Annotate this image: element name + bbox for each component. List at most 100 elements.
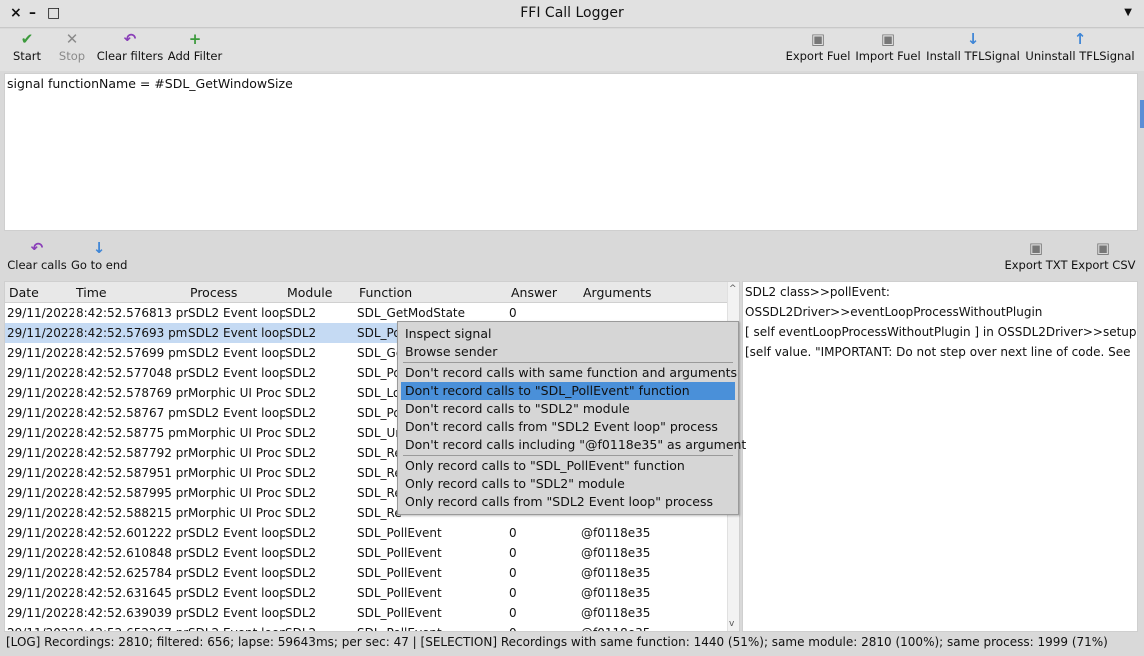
cell-time: 8:42:52.588215 pm bbox=[76, 506, 188, 520]
window-menu-icon[interactable]: ▼ bbox=[1124, 7, 1132, 18]
table-header: Date Time Process Module Function Answer… bbox=[5, 282, 739, 303]
cell-process: Morphic UI Proc bbox=[188, 506, 282, 520]
table-row[interactable]: 29/11/2022 8:42:52.610848 pm SDL2 Event lo… bbox=[5, 543, 739, 563]
table-row[interactable]: 29/11/2022 8:42:52.601222 pm SDL2 Event lo… bbox=[5, 523, 739, 543]
clear-filters-button[interactable]: ↶ Clear filters bbox=[96, 29, 164, 69]
menu-item[interactable]: Inspect signal bbox=[401, 325, 735, 343]
add-filter-label: Add Filter bbox=[167, 49, 223, 63]
cell-date: 29/11/2022 bbox=[7, 446, 74, 460]
cell-process: SDL2 Event loop bbox=[188, 346, 285, 360]
cell-date: 29/11/2022 bbox=[7, 346, 74, 360]
arrow-down-icon: ↓ bbox=[92, 239, 106, 257]
cell-module: SDL2 bbox=[285, 306, 317, 320]
column-header-function[interactable]: Function bbox=[359, 285, 412, 300]
cell-process: SDL2 Event loop bbox=[188, 526, 285, 540]
table-row[interactable]: 29/11/20228:42:52.652267 pmSDL2 Event lo… bbox=[5, 623, 739, 631]
cell-process: SDL2 Event loop bbox=[188, 546, 285, 560]
stack-frame[interactable]: OSSDL2Driver>>eventLoopProcessWithoutPlu… bbox=[745, 302, 1137, 322]
export-csv-button[interactable]: ▣ Export CSV bbox=[1071, 238, 1136, 278]
install-tflsignal-button[interactable]: ↓ Install TFLSignal bbox=[925, 29, 1021, 69]
column-header-process[interactable]: Process bbox=[190, 285, 237, 300]
scroll-up-icon[interactable]: ^ bbox=[729, 284, 737, 294]
scroll-down-icon[interactable]: v bbox=[729, 619, 734, 629]
stack-frame[interactable]: [ self eventLoopProcessWithoutPlugin ] i… bbox=[745, 322, 1137, 342]
cell-function: SDL_PollEvent bbox=[357, 606, 442, 620]
table-row[interactable]: 29/11/2022 8:42:52.625784 pm SDL2 Event lo… bbox=[5, 563, 739, 583]
stop-label: Stop bbox=[58, 49, 86, 63]
column-header-time[interactable]: Time bbox=[76, 285, 107, 300]
cell-function: SDL_PollEvent bbox=[357, 586, 442, 600]
cell-time: 8:42:52.57693 pm bbox=[76, 326, 188, 340]
cell-process: SDL2 Event loop bbox=[188, 306, 285, 320]
window-edge-marker bbox=[1140, 100, 1144, 128]
menu-item[interactable]: Only record calls from "SDL2 Event loop"… bbox=[401, 493, 735, 511]
start-label: Start bbox=[12, 49, 42, 63]
cell-module: SDL2 bbox=[285, 546, 317, 560]
title-bar: × – □ FFI Call Logger ▼ bbox=[0, 0, 1144, 28]
go-to-end-label: Go to end bbox=[71, 258, 128, 272]
signal-detail-pane[interactable]: SDL2 class>>pollEvent: OSSDL2Driver>>even… bbox=[742, 281, 1138, 632]
column-header-arguments[interactable]: Arguments bbox=[583, 285, 652, 300]
cell-date: 29/11/2022 bbox=[7, 326, 74, 340]
column-header-answer[interactable]: Answer bbox=[511, 285, 557, 300]
export-txt-button[interactable]: ▣ Export TXT bbox=[1004, 238, 1068, 278]
export-fuel-label: Export Fuel bbox=[785, 49, 851, 63]
cell-answer: 0 bbox=[509, 526, 517, 540]
menu-item[interactable]: Only record calls to "SDL_PollEvent" fun… bbox=[401, 457, 735, 475]
clear-calls-button[interactable]: ↶ Clear calls bbox=[6, 238, 68, 278]
arrow-up-icon: ↑ bbox=[1073, 30, 1087, 48]
menu-item[interactable]: Only record calls to "SDL2" module bbox=[401, 475, 735, 493]
menu-item[interactable]: Don't record calls including "@f0118e35"… bbox=[401, 436, 746, 454]
cell-function: SDL_PollEvent bbox=[357, 546, 442, 560]
menu-item[interactable]: Don't record calls with same function an… bbox=[401, 364, 737, 382]
save-icon: ▣ bbox=[1028, 239, 1044, 257]
import-fuel-button[interactable]: ▣ Import Fuel bbox=[854, 29, 922, 69]
cell-process: SDL2 Event loop bbox=[188, 566, 285, 580]
cell-module: SDL2 bbox=[285, 346, 317, 360]
menu-item[interactable]: Don't record calls to "SDL2" module bbox=[401, 400, 735, 418]
cell-time: 8:42:52.57699 pm bbox=[76, 346, 188, 360]
start-button[interactable]: ✔ Start bbox=[10, 29, 44, 69]
column-header-date[interactable]: Date bbox=[9, 285, 39, 300]
cell-module: SDL2 bbox=[285, 366, 317, 380]
menu-item[interactable]: Don't record calls to "SDL_PollEvent" fu… bbox=[401, 382, 735, 400]
cell-time: 8:42:52.625784 pm bbox=[76, 566, 188, 580]
cell-time: 8:42:52.631645 pm bbox=[76, 586, 188, 600]
arrow-down-icon: ↓ bbox=[966, 30, 980, 48]
go-to-end-button[interactable]: ↓ Go to end bbox=[71, 238, 127, 278]
table-row[interactable]: 29/11/2022 8:42:52.631645 pm SDL2 Event lo… bbox=[5, 583, 739, 603]
table-row[interactable]: 29/11/2022 8:42:52.639039 pm SDL2 Event lo… bbox=[5, 603, 739, 623]
table-row[interactable]: 29/11/2022 8:42:52.576813 pm SDL2 Event lo… bbox=[5, 303, 739, 323]
stack-trace-list: SDL2 class>>pollEvent: OSSDL2Driver>>even… bbox=[745, 282, 1137, 362]
uninstall-tflsignal-button[interactable]: ↑ Uninstall TFLSignal bbox=[1025, 29, 1135, 69]
cell-process: Morphic UI Proc bbox=[188, 426, 282, 440]
cell-time: 8:42:52.610848 pm bbox=[76, 546, 188, 560]
cell-date: 29/11/2022 bbox=[7, 566, 74, 580]
add-filter-button[interactable]: + Add Filter bbox=[167, 29, 223, 69]
column-header-module[interactable]: Module bbox=[287, 285, 332, 300]
cell-time: 8:42:52.639039 pm bbox=[76, 606, 188, 620]
filter-text: signal functionName = #SDL_GetWindowSize bbox=[7, 76, 293, 91]
clear-calls-label: Clear calls bbox=[7, 258, 67, 272]
undo-icon: ↶ bbox=[30, 239, 44, 257]
stack-frame[interactable]: [self value. "IMPORTANT: Do not step ove… bbox=[745, 342, 1137, 362]
cell-date: 29/11/2022 bbox=[7, 366, 74, 380]
cell-date: 29/11/2022 bbox=[7, 426, 74, 440]
install-tflsignal-label: Install TFLSignal bbox=[926, 49, 1020, 63]
cell-time: 8:42:52.587792 pm bbox=[76, 446, 188, 460]
cell-process: SDL2 Event loop bbox=[188, 366, 285, 380]
status-bar: [LOG] Recordings: 2810; filtered: 656; l… bbox=[0, 632, 1144, 656]
stop-button[interactable]: ✕ Stop bbox=[56, 29, 88, 69]
menu-item[interactable]: Don't record calls from "SDL2 Event loop… bbox=[401, 418, 735, 436]
cell-time: 8:42:52.58767 pm bbox=[76, 406, 188, 420]
stack-frame[interactable]: SDL2 class>>pollEvent: bbox=[745, 282, 1137, 302]
cell-arguments: @f0118e35 bbox=[581, 526, 651, 540]
cell-module: SDL2 bbox=[285, 586, 317, 600]
cell-function: SDL_PollEvent bbox=[357, 526, 442, 540]
cell-process: Morphic UI Proc bbox=[188, 466, 282, 480]
export-fuel-button[interactable]: ▣ Export Fuel bbox=[785, 29, 851, 69]
cell-module: SDL2 bbox=[285, 566, 317, 580]
cell-module: SDL2 bbox=[285, 466, 317, 480]
menu-item[interactable]: Browse sender bbox=[401, 343, 735, 361]
filter-editor[interactable]: signal functionName = #SDL_GetWindowSize bbox=[4, 73, 1138, 231]
